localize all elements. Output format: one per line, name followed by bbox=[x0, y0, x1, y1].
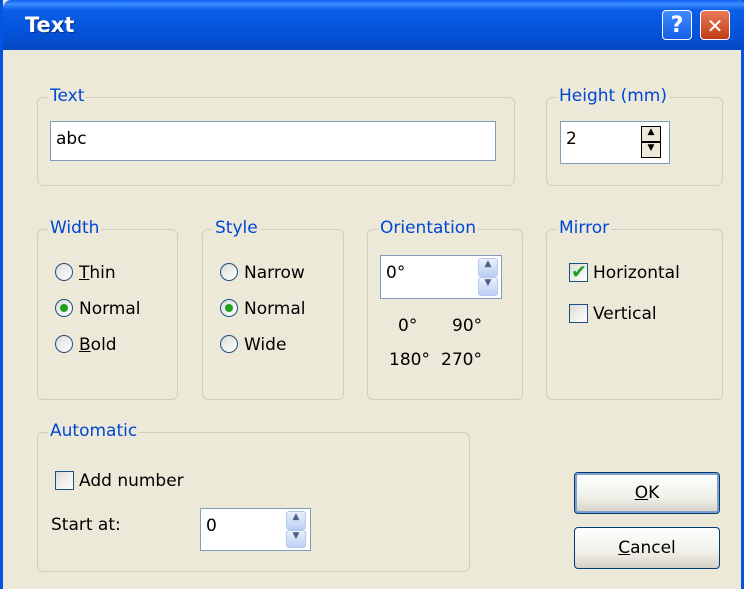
orientation-preset-90[interactable]: 90° bbox=[452, 316, 482, 336]
text-dialog: Text ? ✕ Text abc Height (mm) 2 ▲ ▼ Widt… bbox=[0, 0, 744, 589]
width-radio-thin-label: Thin bbox=[79, 263, 116, 283]
add-number-label: Add number bbox=[79, 471, 184, 491]
cancel-button[interactable]: Cancel bbox=[574, 527, 720, 569]
height-group-legend: Height (mm) bbox=[557, 86, 669, 106]
checkbox-icon bbox=[569, 304, 588, 323]
orientation-spin-down-icon[interactable]: ▼ bbox=[478, 277, 498, 296]
orientation-spin-up-icon[interactable]: ▲ bbox=[478, 258, 498, 277]
automatic-group-legend: Automatic bbox=[48, 421, 140, 441]
radio-icon bbox=[55, 335, 73, 353]
checkbox-checked-icon: ✔ bbox=[569, 261, 588, 283]
mirror-group-legend: Mirror bbox=[557, 218, 612, 238]
height-spin-up-icon[interactable]: ▲ bbox=[641, 126, 661, 142]
style-radio-narrow-label: Narrow bbox=[244, 263, 305, 283]
style-radio-normal-label: Normal bbox=[244, 299, 306, 319]
title-bar[interactable]: Text ? ✕ bbox=[3, 0, 744, 50]
style-radio-wide-label: Wide bbox=[244, 335, 287, 355]
orientation-preset-180[interactable]: 180° bbox=[389, 350, 430, 370]
radio-icon bbox=[220, 263, 238, 281]
orientation-spinner[interactable]: ▲ ▼ bbox=[478, 258, 498, 296]
help-button[interactable]: ? bbox=[662, 10, 692, 40]
orientation-group-legend: Orientation bbox=[378, 218, 478, 238]
start-at-spin-up-icon[interactable]: ▲ bbox=[286, 511, 306, 530]
text-group-legend: Text bbox=[48, 86, 87, 106]
ok-button[interactable]: OK bbox=[574, 472, 720, 514]
radio-selected-icon bbox=[220, 299, 238, 317]
text-input[interactable]: abc bbox=[50, 121, 496, 161]
close-button[interactable]: ✕ bbox=[700, 10, 730, 40]
start-at-label: Start at: bbox=[51, 515, 121, 535]
width-radio-normal-label: Normal bbox=[79, 299, 141, 319]
height-spinner[interactable]: ▲ ▼ bbox=[641, 126, 661, 158]
start-at-spinner[interactable]: ▲ ▼ bbox=[286, 511, 306, 548]
mirror-vertical-label: Vertical bbox=[593, 304, 657, 324]
width-group-legend: Width bbox=[48, 218, 102, 238]
checkbox-icon bbox=[55, 471, 74, 490]
style-group-legend: Style bbox=[213, 218, 260, 238]
orientation-preset-0[interactable]: 0° bbox=[398, 316, 417, 336]
automatic-group: Automatic bbox=[37, 421, 470, 572]
radio-selected-icon bbox=[55, 299, 73, 317]
start-at-spin-down-icon[interactable]: ▼ bbox=[286, 529, 306, 548]
dialog-title: Text bbox=[25, 13, 75, 37]
radio-icon bbox=[55, 263, 73, 281]
radio-icon bbox=[220, 335, 238, 353]
height-spin-down-icon[interactable]: ▼ bbox=[641, 142, 661, 158]
width-radio-bold-label: Bold bbox=[79, 335, 117, 355]
orientation-preset-270[interactable]: 270° bbox=[441, 350, 482, 370]
mirror-horizontal-label: Horizontal bbox=[593, 263, 680, 283]
